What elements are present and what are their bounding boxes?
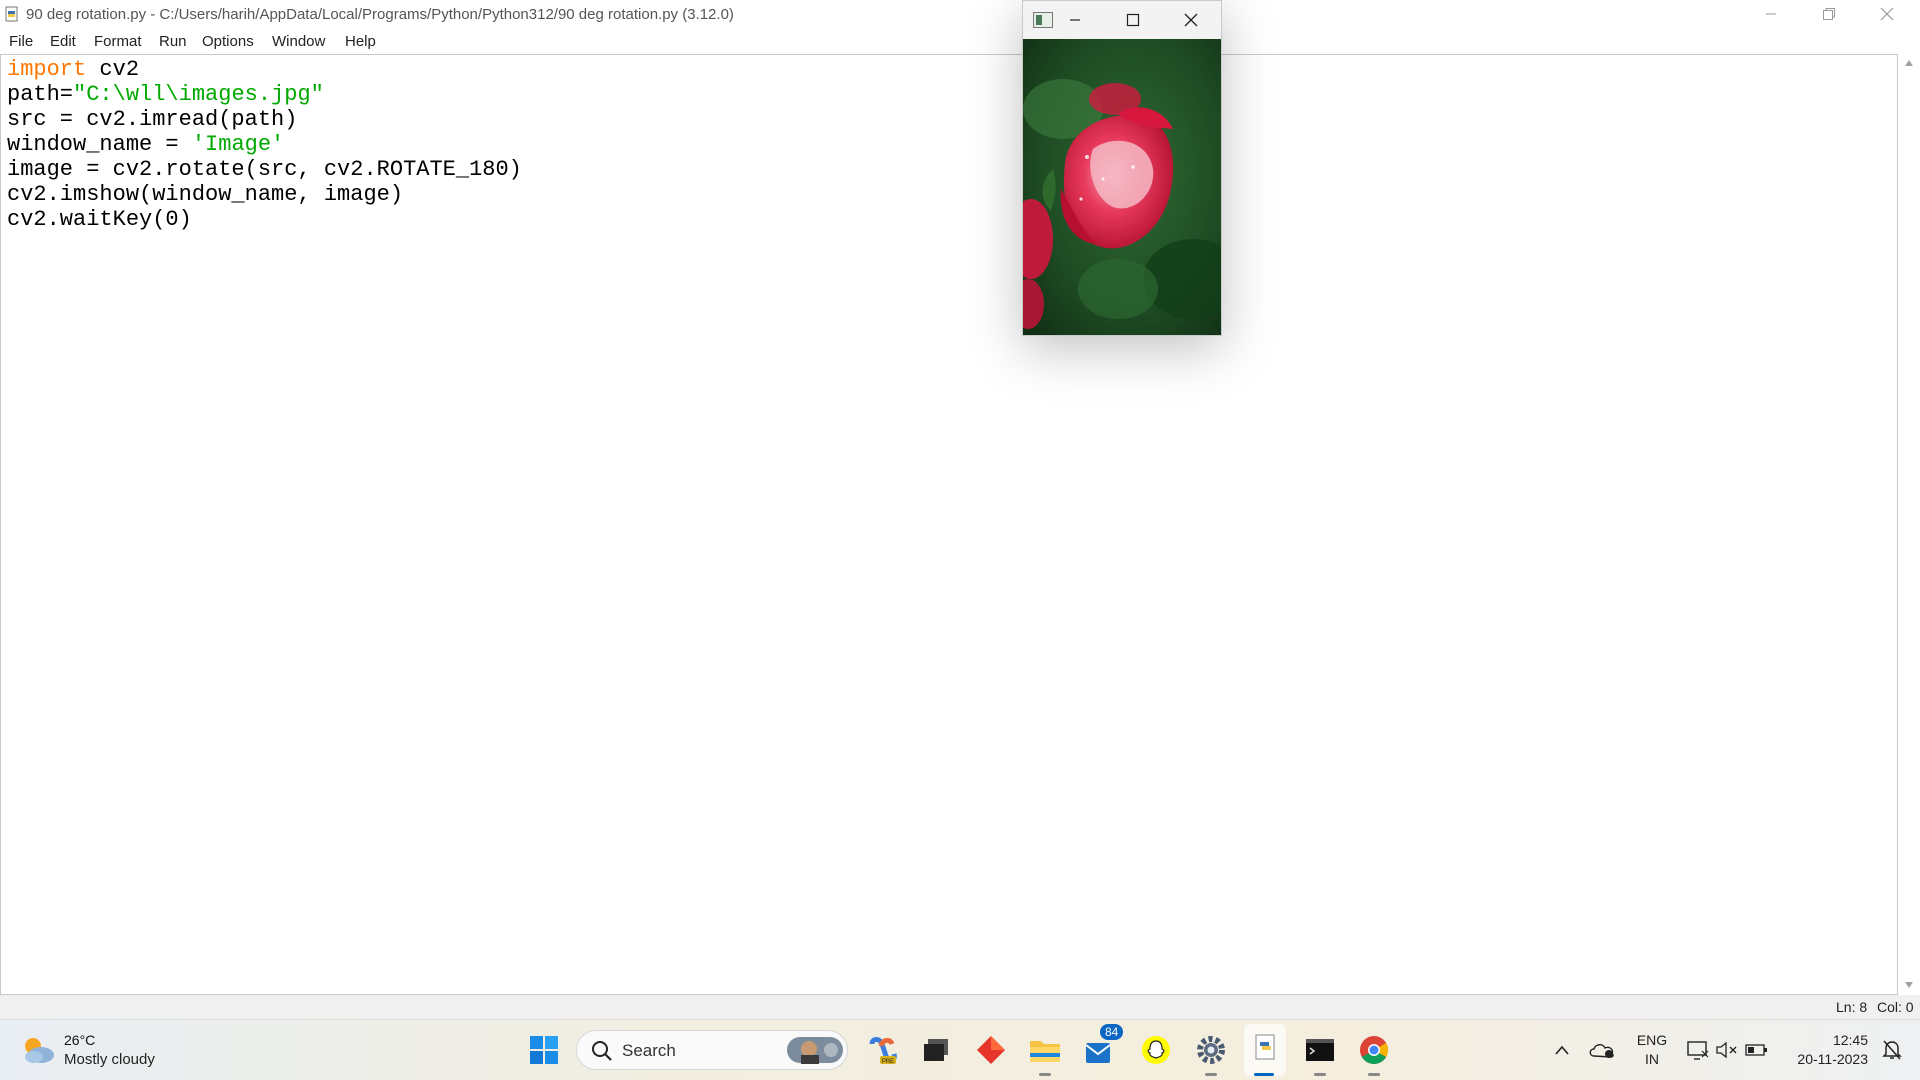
menu-edit[interactable]: Edit (50, 33, 76, 50)
code-line[interactable]: src = cv2.imread(path) (7, 107, 522, 132)
terminal-icon[interactable] (1300, 1030, 1340, 1070)
onedrive-icon[interactable] (1582, 1030, 1622, 1070)
mail-icon[interactable]: 84 (1082, 1024, 1124, 1070)
window-title: 90 deg rotation.py - C:/Users/harih/AppD… (26, 6, 734, 23)
explorer-running-indicator (1039, 1073, 1051, 1076)
chrome-running-indicator (1368, 1073, 1380, 1076)
search-icon (591, 1040, 613, 1067)
copilot-icon[interactable]: PRE (862, 1030, 902, 1070)
code-string: "C:\wll\images.jpg" (73, 82, 324, 107)
image-window-close-button[interactable] (1169, 5, 1213, 35)
image-window-titlebar[interactable] (1023, 1, 1221, 39)
code-token: path= (7, 82, 74, 107)
column-indicator: Col: 0 (1877, 999, 1914, 1015)
clock-date[interactable]: 20-11-2023 (1778, 1051, 1868, 1067)
code-token: window_name = (7, 132, 192, 157)
settings-gear-icon[interactable] (1191, 1030, 1231, 1070)
code-editor[interactable]: import cv2 path="C:\wll\images.jpg" src = … (0, 54, 1898, 995)
terminal-running-indicator (1314, 1073, 1326, 1076)
image-window-maximize-button[interactable] (1111, 5, 1155, 35)
code-token: image = cv2.rotate(src, cv2.ROTATE_180) (7, 157, 522, 182)
code-string: 'Image' (191, 132, 285, 157)
menu-format[interactable]: Format (94, 33, 142, 50)
settings-running-indicator (1205, 1073, 1217, 1076)
menu-help[interactable]: Help (345, 33, 376, 50)
search-highlight-icon (787, 1035, 843, 1070)
task-view-icon[interactable] (916, 1030, 956, 1070)
code-keyword: import (7, 57, 87, 82)
start-button[interactable] (524, 1030, 564, 1070)
battery-icon[interactable] (1737, 1030, 1777, 1070)
window-app-icon (1033, 12, 1053, 33)
code-line[interactable]: window_name = 'Image' (7, 132, 522, 157)
clock-time[interactable]: 12:45 (1778, 1032, 1868, 1048)
taskbar-search[interactable]: Search (576, 1030, 848, 1070)
app-red-diamond-icon[interactable] (971, 1030, 1011, 1070)
image-window-minimize-button[interactable] (1053, 5, 1097, 35)
svg-text:PRE: PRE (882, 1059, 894, 1065)
code-line[interactable]: image = cv2.rotate(src, cv2.ROTATE_180) (7, 157, 522, 182)
show-hidden-icons-chevron-icon[interactable] (1542, 1030, 1582, 1070)
weather-description[interactable]: Mostly cloudy (64, 1051, 155, 1068)
menu-bar: File Edit Format Run Options Window Help (0, 28, 1920, 54)
menu-file[interactable]: File (9, 33, 33, 50)
python-idle-icon (1253, 1034, 1279, 1067)
code-line[interactable]: cv2.imshow(window_name, image) (7, 182, 522, 207)
menu-window[interactable]: Window (272, 33, 325, 50)
code-text[interactable]: import cv2 path="C:\wll\images.jpg" src = … (7, 57, 522, 232)
code-token: cv2.waitKey(0) (7, 207, 192, 232)
search-label: Search (622, 1041, 676, 1060)
chrome-icon[interactable] (1354, 1030, 1394, 1070)
status-bar: Ln: 8 Col: 0 (0, 995, 1920, 1019)
code-line[interactable]: path="C:\wll\images.jpg" (7, 82, 522, 107)
file-explorer-icon[interactable] (1025, 1030, 1065, 1070)
vertical-scrollbar[interactable] (1898, 54, 1920, 995)
close-button[interactable] (1858, 0, 1916, 28)
notifications-bell-icon[interactable] (1872, 1030, 1912, 1070)
python-idle-taskbar-button[interactable] (1244, 1024, 1286, 1076)
language-indicator[interactable]: ENG (1630, 1032, 1674, 1048)
weather-icon[interactable] (18, 1030, 58, 1070)
rose-image (1023, 39, 1221, 335)
weather-temperature[interactable]: 26°C (64, 1032, 95, 1048)
idle-active-indicator (1254, 1073, 1274, 1076)
image-window[interactable] (1022, 0, 1222, 336)
python-file-icon (4, 6, 20, 22)
menu-options[interactable]: Options (202, 33, 254, 50)
line-indicator: Ln: 8 (1836, 999, 1868, 1015)
menu-run[interactable]: Run (159, 33, 187, 50)
minimize-button[interactable] (1742, 0, 1800, 28)
region-indicator[interactable]: IN (1630, 1051, 1674, 1067)
mail-badge: 84 (1100, 1024, 1124, 1040)
code-token: src = cv2.imread(path) (7, 107, 298, 132)
restore-button[interactable] (1800, 0, 1858, 28)
code-line[interactable]: import cv2 (7, 57, 522, 82)
title-bar: 90 deg rotation.py - C:/Users/harih/AppD… (0, 0, 1920, 28)
snapchat-icon[interactable] (1136, 1030, 1176, 1070)
code-line[interactable]: cv2.waitKey(0) (7, 207, 522, 232)
code-token: cv2 (86, 57, 140, 82)
code-token: cv2.imshow(window_name, image) (7, 182, 404, 207)
taskbar: 26°C Mostly cloudy Search PRE 84 ENG IN … (0, 1019, 1920, 1080)
